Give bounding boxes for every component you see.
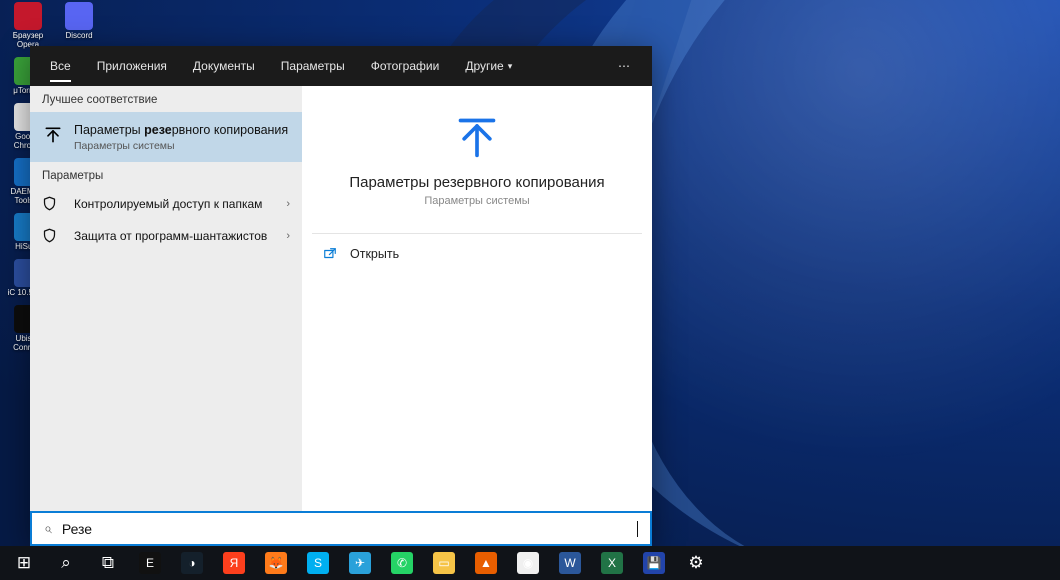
taskbar-icon: ◑	[181, 552, 203, 574]
start-search-panel: Все Приложения Документы Параметры Фотографи…	[30, 46, 652, 546]
tab-label: Параметры	[281, 59, 345, 73]
search-tab[interactable]: Фотографии	[361, 46, 450, 86]
icon-label: Discord	[65, 31, 92, 40]
firefox[interactable]: 🦊	[256, 546, 296, 580]
result-label: Контролируемый доступ к папкам	[74, 197, 262, 211]
backup-up-arrow-icon	[454, 114, 500, 160]
parameters-label: Параметры	[30, 162, 302, 188]
whatsapp[interactable]: ✆	[382, 546, 422, 580]
excel[interactable]: X	[592, 546, 632, 580]
telegram[interactable]: ✈	[340, 546, 380, 580]
search-tab[interactable]: Другие ▾	[455, 46, 522, 86]
open-action[interactable]: Открыть	[302, 234, 652, 274]
best-match-result[interactable]: Параметры резервного копирования Парамет…	[30, 112, 302, 162]
taskbar-icon: ✈	[349, 552, 371, 574]
save-disk[interactable]: 💾	[634, 546, 674, 580]
search-tab[interactable]: Документы	[183, 46, 265, 86]
search-box[interactable]: ⌕	[30, 511, 652, 546]
app-icon	[14, 2, 42, 30]
desktop[interactable]: Браузер Opera μTorrent Google Chrome DAE…	[0, 0, 1060, 580]
backup-up-arrow-icon	[42, 124, 64, 146]
chevron-down-icon: ▾	[508, 61, 513, 72]
search-tab[interactable]: Все	[40, 46, 81, 86]
detail-title: Параметры резервного копирования	[319, 174, 634, 191]
best-match-label: Лучшее соответствие	[30, 86, 302, 112]
search-input[interactable]	[62, 521, 636, 537]
tab-label: Документы	[193, 59, 255, 73]
taskbar-icon: ⊞	[13, 552, 35, 574]
desktop-icon[interactable]: Браузер Opera	[2, 2, 54, 49]
tab-label: Другие	[465, 59, 503, 73]
taskbar: ⊞ ⌕ ⧉ E ◑ Я 🦊 S ✈ ✆ ▭ ▲ ◉ WX 💾 ⚙	[0, 546, 1060, 580]
word[interactable]: W	[550, 546, 590, 580]
taskbar-icon: X	[601, 552, 623, 574]
results-column: Лучшее соответствие Параметры резервного…	[30, 86, 302, 546]
taskbar-icon: ◉	[517, 552, 539, 574]
tab-label: Фотографии	[371, 59, 440, 73]
taskbar-icon: ⚙	[685, 552, 707, 574]
detail-pane: Параметры резервного копирования Парамет…	[302, 86, 652, 546]
search-tab[interactable]: Приложения	[87, 46, 177, 86]
steam[interactable]: ◑	[172, 546, 212, 580]
tab-label: Все	[50, 59, 71, 73]
taskbar-icon: 🦊	[265, 552, 287, 574]
settings-result[interactable]: Контролируемый доступ к папкам ›	[30, 188, 302, 220]
vlc[interactable]: ▲	[466, 546, 506, 580]
settings-result[interactable]: Защита от программ-шантажистов ›	[30, 220, 302, 252]
best-match-subtitle: Параметры системы	[74, 140, 290, 152]
tab-label: Приложения	[97, 59, 167, 73]
taskbar-icon: S	[307, 552, 329, 574]
chevron-right-icon: ›	[286, 198, 290, 210]
desktop-icon[interactable]: Discord	[50, 2, 108, 40]
shield-icon	[42, 196, 57, 214]
detail-subtitle: Параметры системы	[424, 195, 529, 207]
epic-games[interactable]: E	[130, 546, 170, 580]
taskbar-icon: Я	[223, 552, 245, 574]
skype[interactable]: S	[298, 546, 338, 580]
taskbar-icon: ⌕	[55, 552, 77, 574]
search-button[interactable]: ⌕	[46, 546, 86, 580]
open-icon	[322, 246, 338, 262]
taskbar-icon: ✆	[391, 552, 413, 574]
yandex[interactable]: Я	[214, 546, 254, 580]
taskbar-icon: ⧉	[97, 552, 119, 574]
taskbar-icon: ▲	[475, 552, 497, 574]
app-icon	[65, 2, 93, 30]
taskbar-icon: 💾	[643, 552, 665, 574]
chevron-right-icon: ›	[286, 230, 290, 242]
shield-icon	[42, 228, 57, 246]
result-label: Защита от программ-шантажистов	[74, 229, 267, 243]
taskbar-icon: ▭	[433, 552, 455, 574]
chrome[interactable]: ◉	[508, 546, 548, 580]
search-tabs-bar: Все Приложения Документы Параметры Фотографи…	[30, 46, 652, 86]
more-options-button[interactable]: ⋯	[604, 59, 646, 73]
best-match-title: Параметры резервного копирования	[74, 122, 290, 138]
taskbar-icon: W	[559, 552, 581, 574]
text-caret	[637, 521, 638, 537]
settings[interactable]: ⚙	[676, 546, 716, 580]
task-view-button[interactable]: ⧉	[88, 546, 128, 580]
search-tab[interactable]: Параметры	[271, 46, 355, 86]
taskbar-icon: E	[139, 552, 161, 574]
open-label: Открыть	[350, 247, 399, 261]
explorer[interactable]: ▭	[424, 546, 464, 580]
start-button[interactable]: ⊞	[4, 546, 44, 580]
search-icon: ⌕	[44, 520, 52, 537]
